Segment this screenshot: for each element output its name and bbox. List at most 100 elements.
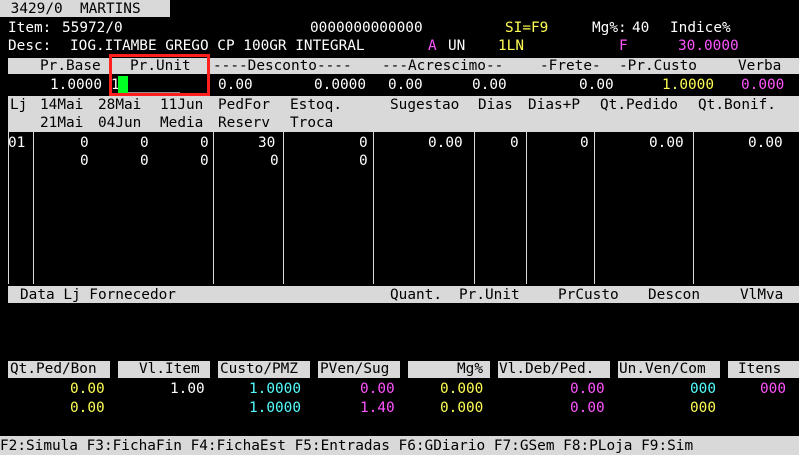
grid-cell-sugestao: 0.00: [428, 135, 463, 151]
indice-value: 30.0000: [678, 38, 739, 54]
si-indicator: SI=F9: [505, 20, 549, 36]
grid-header-21mai: 21Mai: [40, 115, 84, 131]
lower-header-data-lj-fornecedor: Data Lj Fornecedor: [20, 287, 176, 303]
lower-header-quant: Quant.: [390, 287, 442, 303]
grid-header-dias: Dias: [478, 97, 513, 113]
summary-header-mg: Mg%: [457, 361, 483, 377]
pr-custo-header: -Pr.Custo: [619, 58, 697, 74]
unit-value: UN: [448, 38, 466, 54]
grid-header-lj: Lj: [10, 97, 28, 113]
grid-cell-pedfor: 30: [258, 135, 276, 151]
a-flag: A: [428, 38, 437, 54]
grid-line: [33, 132, 34, 284]
verba-header: Verba: [738, 58, 782, 74]
grid-cell-11jun: 0: [200, 135, 209, 151]
summary-pmz: 1.0000: [249, 400, 301, 416]
grid-header-pedfor: PedFor: [218, 97, 270, 113]
grid-header-11jun: 11Jun: [160, 97, 204, 113]
mg-value: 40: [632, 20, 650, 36]
grid-header-media: Media: [160, 115, 204, 131]
grid-cell-troca: 0: [359, 153, 368, 169]
summary-un-ven: 000: [690, 381, 716, 397]
summary-header-qt-ped-bon: Qt.Ped/Bon: [10, 361, 97, 377]
summary-header-vl-item: Vl.Item: [139, 361, 200, 377]
summary-custo: 1.0000: [249, 381, 301, 397]
grid-cell-reserv: 0: [270, 153, 279, 169]
grid-cell-dias: 0: [510, 135, 519, 151]
function-key-labels[interactable]: F2:Simula F3:FichaFin F4:FichaEst F5:Ent…: [0, 438, 693, 454]
grid-cell-lj[interactable]: 01: [8, 135, 25, 151]
grid-cell-qt-pedido: 0.00: [649, 135, 684, 151]
item-value: 55972/0: [62, 20, 123, 36]
grid-cell-28mai: 0: [140, 135, 149, 151]
grid-cell-estoq: 0: [359, 135, 368, 151]
verba-value: 0.000: [741, 77, 785, 93]
pr-base-value: 1.0000: [50, 77, 102, 93]
summary-header-itens: Itens: [738, 361, 782, 377]
lower-header-pr-custo: PrCusto: [558, 287, 619, 303]
frete-value: 0.00: [579, 77, 614, 93]
grid-header-qt-pedido: Qt.Pedido: [600, 97, 678, 113]
mg-label: Mg%:: [592, 20, 627, 36]
summary-mg-2: 0.000: [440, 400, 484, 416]
summary-header-vl-deb-ped: Vl.Deb/Ped.: [499, 361, 595, 377]
pr-unit-highlight-box: [109, 54, 210, 96]
grid-line: [474, 132, 475, 284]
acrescimo-header: ---Acrescimo--: [382, 58, 504, 74]
acrescimo-value-2: 0.00: [472, 77, 507, 93]
grid-cell-dias-p: 0: [580, 135, 589, 151]
grid-header-sugestao: Sugestao: [390, 97, 460, 113]
grid-header-estoq: Estoq.: [290, 97, 342, 113]
grid-line: [213, 132, 214, 284]
grid-line: [693, 132, 694, 284]
grid-header-qt-bonif: Qt.Bonif.: [698, 97, 776, 113]
grid-line: [526, 132, 527, 284]
summary-header-custo-pmz: Custo/PMZ: [220, 361, 298, 377]
grid-header-14mai: 14Mai: [40, 97, 84, 113]
ln-value: 1LN: [498, 38, 524, 54]
grid-header-28mai: 28Mai: [98, 97, 142, 113]
grid-header-troca: Troca: [290, 115, 334, 131]
lower-header-descon: Descon: [648, 287, 700, 303]
summary-qt-bon: 0.00: [70, 400, 105, 416]
summary-vl-item: 1.00: [170, 381, 205, 397]
grid-header-04jun: 04Jun: [98, 115, 142, 131]
grid-cell-14mai: 0: [80, 135, 89, 151]
lower-header-pr-unit: Pr.Unit: [459, 287, 520, 303]
grid-line: [594, 132, 595, 284]
summary-sug: 1.40: [360, 400, 395, 416]
summary-pven: 0.00: [360, 381, 395, 397]
item-code: 0000000000000: [310, 20, 423, 36]
grid-header-dias-p: Dias+P: [528, 97, 580, 113]
grid-header-reserv: Reserv: [218, 115, 270, 131]
pr-base-header: Pr.Base: [40, 58, 101, 74]
grid-cell-21mai: 0: [80, 153, 89, 169]
summary-un-com: 000: [690, 400, 716, 416]
indice-label: Indice%: [670, 20, 731, 36]
grid-cell-qt-bonif: 0.00: [748, 135, 783, 151]
acrescimo-value-1: 0.00: [388, 77, 423, 93]
frete-header: -Frete-: [540, 58, 601, 74]
summary-header-un-ven-com: Un.Ven/Com: [619, 361, 706, 377]
grid-line: [283, 132, 284, 284]
desconto-value-1: 0.00: [218, 77, 253, 93]
desc-label: Desc:: [8, 38, 52, 54]
grid-line: [373, 132, 374, 284]
title-tab-label: 3429/0 MARTINS: [2, 1, 150, 17]
desconto-header: ----Desconto----: [213, 58, 352, 74]
summary-itens: 000: [760, 381, 786, 397]
summary-vl-deb: 0.00: [570, 381, 605, 397]
grid-line: [8, 132, 9, 284]
item-label: Item:: [8, 20, 52, 36]
grid-cell-04jun: 0: [140, 153, 149, 169]
f-flag: F: [619, 38, 628, 54]
pr-custo-value: 1.0000: [662, 77, 714, 93]
lower-header-vlmva: VlMva: [740, 287, 784, 303]
summary-mg: 0.000: [440, 381, 484, 397]
summary-vl-ped: 0.00: [570, 400, 605, 416]
grid-cell-media: 0: [200, 153, 209, 169]
desc-value: IOG.ITAMBE GREGO CP 100GR INTEGRAL: [70, 38, 365, 54]
desconto-value-2: 0.0000: [314, 77, 366, 93]
summary-qt-ped: 0.00: [70, 381, 105, 397]
summary-header-pven-sug: PVen/Sug: [320, 361, 390, 377]
